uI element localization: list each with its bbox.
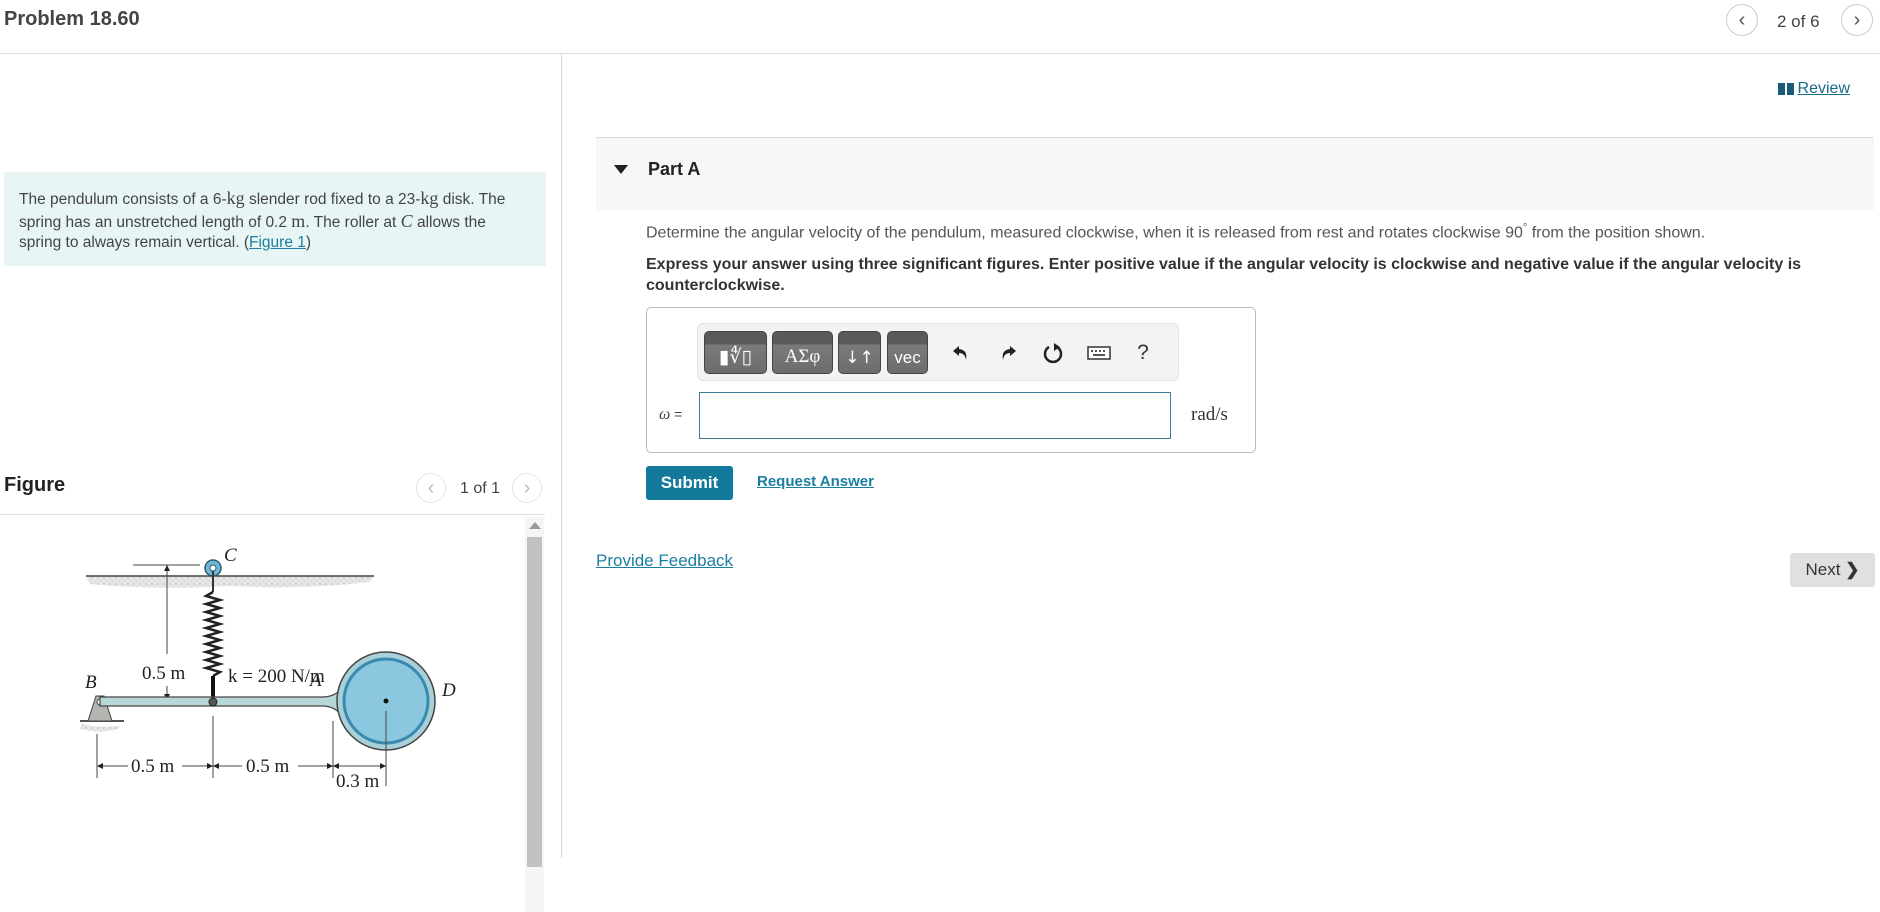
- chevron-right-icon: ›: [523, 476, 531, 499]
- chevron-left-icon: ‹: [1738, 8, 1746, 31]
- answer-input[interactable]: [699, 392, 1171, 439]
- prev-problem-button[interactable]: ‹: [1726, 4, 1758, 36]
- caret-down-icon[interactable]: [614, 165, 628, 174]
- figure-link[interactable]: Figure 1: [249, 234, 306, 251]
- spring: [201, 590, 225, 678]
- label-c: C: [224, 545, 237, 566]
- scrollbar-thumb[interactable]: [527, 537, 542, 867]
- slender-rod: [99, 686, 343, 718]
- review-link[interactable]: Review: [1777, 80, 1850, 98]
- part-a-header[interactable]: Part A: [596, 137, 1874, 210]
- request-answer-link[interactable]: Request Answer: [757, 473, 874, 490]
- figure-scrollbar[interactable]: [525, 517, 544, 912]
- next-button[interactable]: Next ❯: [1790, 553, 1875, 587]
- figure-prev-button[interactable]: ‹: [416, 473, 446, 503]
- provide-feedback-link[interactable]: Provide Feedback: [596, 551, 733, 571]
- right-panel: Review Part A Determine the angular velo…: [563, 54, 1880, 858]
- problem-title: Problem 18.60: [4, 8, 140, 30]
- math-toolbar: ▮∜▯ ΑΣφ ↓↑ vec ?: [697, 323, 1179, 381]
- help-button[interactable]: ?: [1128, 338, 1158, 368]
- keyboard-icon[interactable]: [1084, 338, 1114, 368]
- problem-intro: The pendulum consists of a 6-kg slender …: [4, 172, 546, 266]
- problem-pager: 2 of 6: [1777, 12, 1820, 31]
- submit-button[interactable]: Submit: [646, 466, 733, 500]
- chevron-left-icon: ‹: [427, 476, 435, 499]
- label-b: B: [85, 672, 97, 693]
- arrows-button[interactable]: ↓↑: [838, 331, 881, 374]
- dim-label-1: 0.5 m: [131, 756, 175, 777]
- greek-symbols-button[interactable]: ΑΣφ: [772, 331, 833, 374]
- dim-label-2: 0.5 m: [246, 756, 290, 777]
- left-panel: The pendulum consists of a 6-kg slender …: [0, 54, 562, 912]
- pendulum-diagram: 0.5 m C k = 200 N/m B A D 0.5 m 0.5 m 0.…: [80, 545, 456, 792]
- height-label: 0.5 m: [142, 663, 186, 684]
- undo-icon[interactable]: [946, 338, 976, 368]
- chevron-right-icon: ❯: [1845, 560, 1860, 579]
- chevron-right-icon: ›: [1853, 8, 1861, 31]
- templates-button[interactable]: ▮∜▯: [704, 331, 767, 374]
- answer-instruction: Express your answer using three signific…: [646, 256, 1802, 294]
- vector-button[interactable]: vec: [887, 331, 928, 374]
- figure-image: 0.5 m C k = 200 N/m B A D 0.5 m 0.5 m 0.…: [0, 516, 545, 858]
- figure-next-button[interactable]: ›: [512, 473, 542, 503]
- redo-icon[interactable]: [993, 338, 1023, 368]
- spring-pin: [208, 697, 218, 707]
- question-text: Determine the angular velocity of the pe…: [646, 222, 1706, 242]
- reset-icon[interactable]: [1038, 338, 1068, 368]
- book-icon: [1777, 82, 1794, 95]
- part-title: Part A: [648, 159, 701, 179]
- top-bar: Problem 18.60 ‹ 2 of 6 ›: [0, 0, 1880, 54]
- figure-pager: 1 of 1: [460, 480, 501, 497]
- scroll-up-arrow-icon[interactable]: [529, 522, 541, 529]
- units-label: rad/s: [1191, 404, 1228, 425]
- label-d: D: [441, 680, 456, 701]
- ceiling: [86, 575, 374, 588]
- dim-label-3: 0.3 m: [336, 771, 380, 792]
- figure-header: Figure ‹ 1 of 1 ›: [0, 456, 545, 515]
- next-problem-button[interactable]: ›: [1841, 4, 1873, 36]
- label-a: A: [308, 670, 322, 691]
- figure-title: Figure: [4, 474, 66, 496]
- answer-box: ▮∜▯ ΑΣφ ↓↑ vec ? ω = rad/s: [646, 307, 1256, 453]
- variable-label: ω =: [659, 406, 683, 423]
